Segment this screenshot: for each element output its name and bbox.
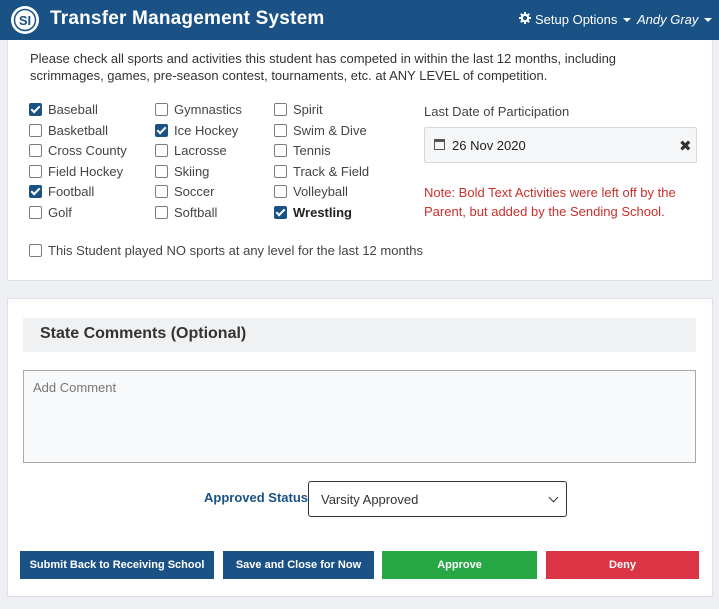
sport-label: Lacrosse	[174, 142, 227, 158]
deny-button[interactable]: Deny	[546, 551, 699, 579]
sport-checkbox[interactable]	[155, 102, 168, 116]
sport-label: Baseball	[48, 101, 98, 117]
sport-option-volleyball[interactable]: Volleyball	[274, 183, 348, 199]
top-navbar: SI Transfer Management System Setup Opti…	[0, 0, 719, 40]
sport-option-skiing[interactable]: Skiing	[155, 163, 209, 179]
sport-checkbox[interactable]	[29, 205, 42, 219]
save-and-close-button[interactable]: Save and Close for Now	[223, 551, 374, 579]
sport-checkbox[interactable]	[155, 184, 168, 198]
sport-option-wrestling[interactable]: Wrestling	[274, 204, 352, 220]
approved-status-label: Approved Status	[204, 490, 309, 505]
sport-label: Gymnastics	[174, 101, 242, 117]
sport-checkbox[interactable]	[274, 102, 287, 116]
last-date-value: 26 Nov 2020	[452, 138, 526, 153]
user-name: Andy Gray	[637, 12, 699, 27]
sport-option-ice-hockey[interactable]: Ice Hockey	[155, 122, 238, 138]
sport-option-track-and-field[interactable]: Track & Field	[274, 163, 369, 179]
sport-option-swim-and-dive[interactable]: Swim & Dive	[274, 122, 367, 138]
last-date-label: Last Date of Participation	[424, 104, 570, 119]
sport-checkbox[interactable]	[29, 143, 42, 157]
sport-option-football[interactable]: Football	[29, 183, 94, 199]
sport-option-soccer[interactable]: Soccer	[155, 183, 214, 199]
sport-label: Golf	[48, 204, 72, 220]
caret-down-icon	[704, 17, 713, 22]
sport-option-baseball[interactable]: Baseball	[29, 101, 98, 117]
comment-textarea[interactable]	[23, 370, 696, 463]
sport-label: Spirit	[293, 101, 323, 117]
tms-logo-icon: SI	[11, 6, 39, 34]
state-comments-title: State Comments (Optional)	[40, 325, 247, 342]
sport-label: Cross County	[48, 142, 127, 158]
sport-label: Swim & Dive	[293, 122, 367, 138]
sport-label: Track & Field	[293, 163, 370, 179]
user-menu[interactable]: Andy Gray	[637, 12, 713, 27]
sport-option-spirit[interactable]: Spirit	[274, 101, 323, 117]
sport-label: Field Hockey	[48, 163, 124, 179]
no-sports-checkbox[interactable]	[29, 243, 42, 257]
state-comments-header: State Comments (Optional)	[23, 318, 696, 352]
sport-checkbox[interactable]	[274, 164, 287, 178]
sport-checkbox[interactable]	[155, 205, 168, 219]
bold-activities-note: Note: Bold Text Activities were left off…	[424, 185, 676, 219]
clear-date-icon[interactable]: ✖	[679, 137, 692, 155]
approve-button[interactable]: Approve	[382, 551, 537, 579]
chevron-down-icon	[548, 492, 559, 503]
app-title: Transfer Management System	[50, 8, 325, 29]
last-date-picker[interactable]: 26 Nov 2020 ✖	[424, 127, 697, 163]
sport-checkbox[interactable]	[29, 123, 42, 137]
sport-label: Football	[48, 183, 95, 199]
sport-option-basketball[interactable]: Basketball	[29, 122, 108, 138]
sport-checkbox[interactable]	[29, 102, 42, 116]
sport-option-field-hockey[interactable]: Field Hockey	[29, 163, 123, 179]
setup-options-label: Setup Options	[535, 12, 618, 27]
sport-option-gymnastics[interactable]: Gymnastics	[155, 101, 242, 117]
sport-checkbox[interactable]	[274, 143, 287, 157]
no-sports-checkbox-row[interactable]: This Student played NO sports at any lev…	[29, 242, 423, 258]
setup-options-menu[interactable]: Setup Options	[519, 12, 632, 27]
sport-checkbox[interactable]	[29, 184, 42, 198]
sports-card: Please check all sports and activities t…	[7, 40, 713, 281]
gear-icon	[519, 12, 531, 27]
no-sports-label: This Student played NO sports at any lev…	[48, 242, 424, 258]
sport-option-golf[interactable]: Golf	[29, 204, 72, 220]
comments-card: State Comments (Optional) Approved Statu…	[7, 298, 713, 597]
sport-checkbox[interactable]	[274, 205, 287, 219]
sport-option-cross-county[interactable]: Cross County	[29, 142, 127, 158]
approved-status-value: Varsity Approved	[321, 492, 419, 507]
sport-checkbox[interactable]	[155, 143, 168, 157]
sport-label: Tennis	[293, 142, 331, 158]
calendar-icon	[434, 139, 445, 150]
sport-checkbox[interactable]	[274, 184, 287, 198]
sport-option-tennis[interactable]: Tennis	[274, 142, 331, 158]
approved-status-select[interactable]: Varsity Approved	[308, 481, 567, 517]
sport-checkbox[interactable]	[155, 164, 168, 178]
sport-label: Softball	[174, 204, 218, 220]
sport-option-lacrosse[interactable]: Lacrosse	[155, 142, 227, 158]
sport-option-softball[interactable]: Softball	[155, 204, 217, 220]
svg-text:SI: SI	[19, 13, 31, 28]
sport-checkbox[interactable]	[29, 164, 42, 178]
caret-down-icon	[623, 17, 632, 22]
sport-checkbox[interactable]	[155, 123, 168, 137]
sport-label: Skiing	[174, 163, 210, 179]
sport-label: Ice Hockey	[174, 122, 239, 138]
submit-back-button[interactable]: Submit Back to Receiving School	[20, 551, 214, 579]
sport-label: Volleyball	[293, 183, 348, 199]
instructions-text: Please check all sports and activities t…	[30, 51, 617, 83]
sport-checkbox[interactable]	[274, 123, 287, 137]
sport-label: Basketball	[48, 122, 108, 138]
sport-label: Wrestling	[293, 204, 352, 220]
sport-label: Soccer	[174, 183, 215, 199]
